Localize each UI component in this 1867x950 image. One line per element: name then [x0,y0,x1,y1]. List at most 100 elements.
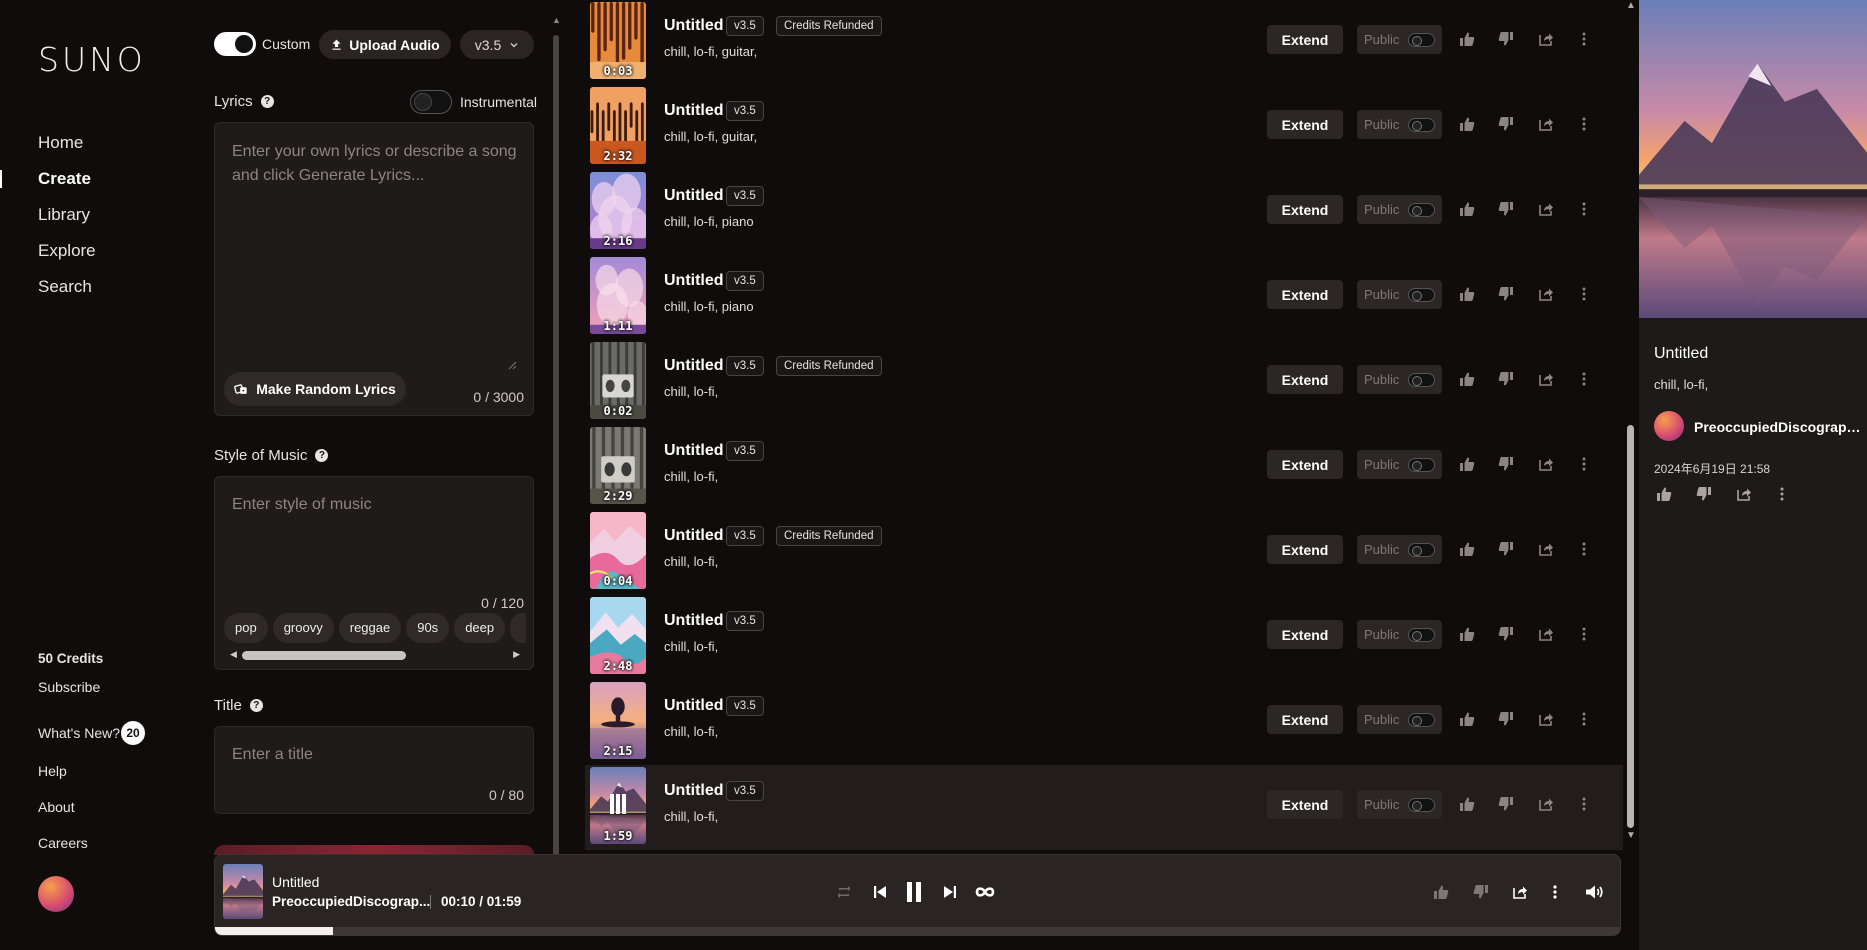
extend-button[interactable]: Extend [1267,110,1343,139]
style-chip[interactable]: reggae [338,613,402,643]
song-title[interactable]: Untitled [664,527,724,545]
public-toggle[interactable]: Public [1357,280,1442,309]
about-link[interactable]: About [38,799,75,815]
more-options-button[interactable] [1572,792,1596,816]
song-thumbnail[interactable]: 0:03 [590,2,646,79]
help-icon[interactable]: ? [315,449,329,462]
public-switch[interactable] [1408,118,1435,132]
progress-track[interactable] [215,927,1620,935]
song-tags[interactable]: chill, lo-fi, [664,384,718,399]
player-dislike-button[interactable] [1469,880,1493,904]
player-like-button[interactable] [1429,880,1453,904]
share-button[interactable] [1534,792,1558,816]
song-row[interactable]: 0:04 Untitled v3.5 Credits Refunded chil… [585,510,1623,595]
more-options-button[interactable] [1572,112,1596,136]
creator-avatar[interactable] [1654,411,1684,441]
instrumental-toggle[interactable] [410,90,452,114]
extend-button[interactable]: Extend [1267,365,1343,394]
public-switch[interactable] [1408,458,1435,472]
careers-link[interactable]: Careers [38,835,88,851]
upload-audio-button[interactable]: Upload Audio [319,30,451,59]
dislike-button[interactable] [1494,27,1518,51]
song-tags[interactable]: chill, lo-fi, [664,469,718,484]
suno-logo[interactable]: SUNO [38,40,146,79]
scroll-thumb[interactable] [1627,425,1634,828]
dislike-button[interactable] [1494,282,1518,306]
song-title[interactable]: Untitled [664,272,724,290]
song-title[interactable]: Untitled [664,612,724,630]
style-input[interactable]: Enter style of music 0 / 120 pop groovy re… [214,476,534,670]
more-options-button[interactable] [1572,537,1596,561]
style-chip[interactable]: groovy [272,613,334,643]
public-switch[interactable] [1408,713,1435,727]
scroll-thumb[interactable] [553,35,559,857]
repeat-button[interactable] [832,880,856,904]
like-button[interactable] [1455,537,1479,561]
more-options-button[interactable] [1770,482,1794,506]
pause-button[interactable] [902,880,926,904]
scroll-up-icon[interactable]: ▲ [552,15,561,25]
share-button[interactable] [1534,452,1558,476]
more-options-button[interactable] [1572,452,1596,476]
song-thumbnail[interactable]: 2:48 [590,597,646,674]
like-button[interactable] [1455,622,1479,646]
public-switch[interactable] [1408,33,1435,47]
song-thumbnail[interactable]: 1:11 [590,257,646,334]
nav-explore[interactable]: Explore [38,241,96,261]
share-button[interactable] [1534,707,1558,731]
scroll-thumb[interactable] [242,651,406,660]
share-button[interactable] [1534,282,1558,306]
song-row[interactable]: 2:32 Untitled v3.5 chill, lo-fi, guitar,… [585,85,1623,170]
song-title[interactable]: Untitled [664,17,724,35]
scroll-up-icon[interactable]: ▲ [1626,0,1636,11]
like-button[interactable] [1455,27,1479,51]
song-title[interactable]: Untitled [664,782,724,800]
subscribe-link[interactable]: Subscribe [38,679,100,695]
extend-button[interactable]: Extend [1267,705,1343,734]
creator-name[interactable]: PreoccupiedDiscographi... [1694,419,1864,435]
player-share-button[interactable] [1508,880,1532,904]
loop-button[interactable] [972,880,998,904]
lyrics-textarea[interactable]: Enter your own lyrics or describe a song… [214,122,534,416]
song-title[interactable]: Untitled [664,102,724,120]
song-tags[interactable]: chill, lo-fi, guitar, [664,44,757,59]
version-select[interactable]: v3.5 [460,30,534,59]
extend-button[interactable]: Extend [1267,790,1343,819]
share-button[interactable] [1534,537,1558,561]
player-more-button[interactable] [1543,880,1567,904]
song-title[interactable]: Untitled [664,187,724,205]
song-thumbnail[interactable]: 2:15 [590,682,646,759]
public-toggle[interactable]: Public [1357,620,1442,649]
custom-toggle-row[interactable]: Custom [214,30,310,58]
whats-new-link[interactable]: What's New? [38,725,120,741]
like-button[interactable] [1455,367,1479,391]
like-button[interactable] [1455,792,1479,816]
song-tags[interactable]: chill, lo-fi, [664,724,718,739]
song-list-scrollbar[interactable]: ▲ ▼ [1624,0,1638,850]
public-switch[interactable] [1408,373,1435,387]
more-options-button[interactable] [1572,707,1596,731]
style-chip[interactable]: deep [454,613,506,643]
song-thumbnail[interactable]: 2:32 [590,87,646,164]
song-tags[interactable]: chill, lo-fi, [664,809,718,824]
more-options-button[interactable] [1572,27,1596,51]
volume-button[interactable] [1582,880,1608,904]
like-button[interactable] [1455,282,1479,306]
scroll-down-icon[interactable]: ▼ [1626,830,1636,841]
detail-title[interactable]: Untitled [1654,345,1708,363]
extend-button[interactable]: Extend [1267,280,1343,309]
style-chip[interactable]: pop [224,613,268,643]
share-button[interactable] [1534,27,1558,51]
song-row[interactable]: 2:16 Untitled v3.5 chill, lo-fi, piano E… [585,170,1623,255]
song-row[interactable]: 2:15 Untitled v3.5 chill, lo-fi, Extend … [585,680,1623,765]
song-thumbnail[interactable]: 2:29 [590,427,646,504]
nav-home[interactable]: Home [38,133,83,153]
nav-library[interactable]: Library [38,205,90,225]
public-toggle[interactable]: Public [1357,25,1442,54]
public-toggle[interactable]: Public [1357,450,1442,479]
song-row[interactable]: 1:59 Untitled v3.5 chill, lo-fi, Extend … [585,765,1623,850]
song-tags[interactable]: chill, lo-fi, [664,639,718,654]
public-toggle[interactable]: Public [1357,705,1442,734]
dislike-button[interactable] [1494,707,1518,731]
song-tags[interactable]: chill, lo-fi, piano [664,214,754,229]
